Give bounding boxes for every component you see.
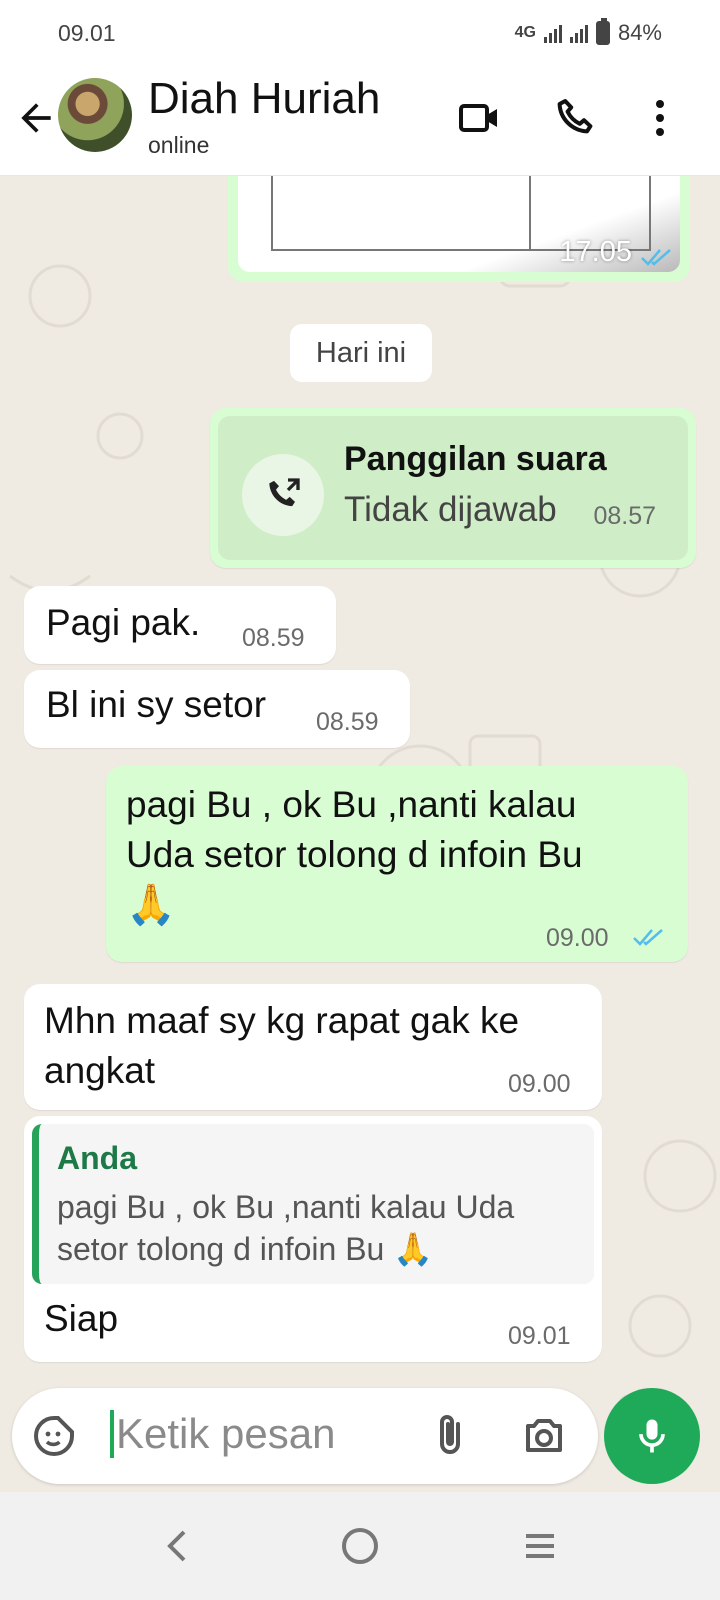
message-line: Uda setor tolong d infoin Bu xyxy=(126,834,583,875)
message-text: Mhn maaf sy kg rapat gak ke angkat xyxy=(44,996,519,1096)
status-bar: 09.01 4G 84% xyxy=(0,0,720,68)
message-time: 09.01 xyxy=(508,1322,571,1350)
message-time: 08.59 xyxy=(316,708,379,736)
incoming-message[interactable]: Bl ini sy setor 08.59 xyxy=(24,670,410,748)
read-ticks-icon xyxy=(633,929,663,946)
nav-home-icon[interactable] xyxy=(336,1522,384,1570)
sticker-icon[interactable] xyxy=(30,1412,78,1460)
message-text: Siap xyxy=(44,1298,119,1339)
contact-name[interactable]: Diah Huriah xyxy=(148,74,380,124)
call-title: Panggilan suara xyxy=(344,440,607,478)
incoming-message[interactable]: Mhn maaf sy kg rapat gak ke angkat 09.00 xyxy=(24,984,602,1110)
chat-area[interactable]: 17.05 Hari ini Panggilan suara Tidak dij… xyxy=(0,176,720,1520)
network-type: 4G xyxy=(514,24,536,41)
microphone-icon xyxy=(639,1419,665,1453)
message-time: 09.00 xyxy=(546,924,609,952)
signal-icon xyxy=(543,23,562,43)
more-options-icon[interactable] xyxy=(636,94,684,142)
back-arrow-icon[interactable] xyxy=(14,96,58,140)
message-line: Mhn maaf sy kg rapat gak ke xyxy=(44,1000,520,1041)
date-separator: Hari ini xyxy=(290,324,432,382)
voice-message-button[interactable] xyxy=(604,1388,700,1484)
voice-call-icon[interactable] xyxy=(552,94,600,142)
video-call-icon[interactable] xyxy=(456,94,504,142)
image-message[interactable]: 17.05 xyxy=(228,176,690,282)
praying-hands-emoji: 🙏 xyxy=(126,883,176,927)
chat-header: Diah Huriah online xyxy=(0,68,720,176)
message-time: 17.05 xyxy=(559,236,632,268)
read-ticks-icon xyxy=(641,249,671,266)
quote-line: setor tolong d infoin Bu 🙏 xyxy=(57,1231,434,1267)
quote-author: Anda xyxy=(57,1140,137,1176)
message-input[interactable]: Ketik pesan xyxy=(110,1410,335,1458)
message-line: pagi Bu , ok Bu ,nanti kalau xyxy=(126,784,577,825)
call-status: Tidak dijawab xyxy=(344,490,557,529)
status-time: 09.01 xyxy=(58,20,116,46)
battery-level: 84% xyxy=(617,20,662,45)
quote-text: pagi Bu , ok Bu ,nanti kalau Uda setor t… xyxy=(57,1186,587,1270)
missed-call-message[interactable]: Panggilan suara Tidak dijawab 08.57 xyxy=(210,408,696,568)
camera-icon[interactable] xyxy=(520,1412,568,1460)
nav-back-icon[interactable] xyxy=(154,1522,202,1570)
missed-call-icon xyxy=(269,478,300,507)
incoming-message[interactable]: Pagi pak. 08.59 xyxy=(24,586,336,664)
message-time: 08.57 xyxy=(593,502,656,530)
signal-icon xyxy=(569,23,588,43)
message-time: 09.00 xyxy=(508,1070,571,1098)
status-icons: 4G 84% xyxy=(514,18,662,46)
outgoing-message[interactable]: pagi Bu , ok Bu ,nanti kalau Uda setor t… xyxy=(106,766,688,962)
quote-line: pagi Bu , ok Bu ,nanti kalau Uda xyxy=(57,1189,515,1225)
message-text: Bl ini sy setor xyxy=(46,684,267,725)
avatar[interactable] xyxy=(58,78,132,152)
message-line: angkat xyxy=(44,1050,156,1091)
attach-icon[interactable] xyxy=(426,1412,474,1460)
call-icon-badge xyxy=(242,454,324,536)
quoted-message[interactable]: Anda pagi Bu , ok Bu ,nanti kalau Uda se… xyxy=(32,1124,594,1284)
call-card[interactable]: Panggilan suara Tidak dijawab xyxy=(218,416,688,560)
battery-icon xyxy=(595,18,610,45)
system-navigation-bar xyxy=(0,1492,720,1600)
nav-recents-icon[interactable] xyxy=(516,1522,564,1570)
message-composer[interactable]: Ketik pesan xyxy=(12,1388,598,1484)
incoming-reply-message[interactable]: Anda pagi Bu , ok Bu ,nanti kalau Uda se… xyxy=(24,1116,602,1362)
message-text: pagi Bu , ok Bu ,nanti kalau Uda setor t… xyxy=(126,780,666,930)
contact-status: online xyxy=(148,132,210,158)
message-time: 08.59 xyxy=(242,624,305,652)
message-text: Pagi pak. xyxy=(46,602,201,643)
